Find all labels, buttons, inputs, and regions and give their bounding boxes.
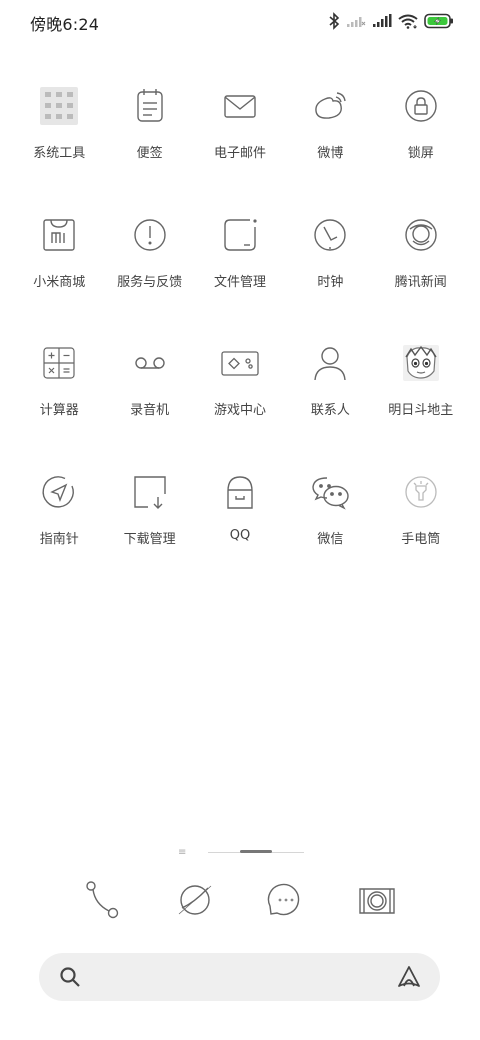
app-label: 腾讯新闻 <box>394 274 447 290</box>
dock-camera[interactable] <box>331 878 422 926</box>
signal-weak-icon <box>346 14 366 28</box>
app-game-center[interactable]: 游戏中心 <box>195 341 285 470</box>
email-icon <box>218 84 262 128</box>
app-label: QQ <box>229 527 251 543</box>
battery-charging-icon <box>424 13 454 29</box>
landlord-game-icon <box>399 341 443 385</box>
app-label: 微信 <box>317 531 344 547</box>
wifi-icon <box>398 14 418 29</box>
app-label: 计算器 <box>39 403 79 418</box>
app-wechat[interactable]: 微信 <box>285 470 375 599</box>
system-tools-folder-icon <box>37 84 81 128</box>
clock-icon <box>308 213 352 257</box>
file-manager-icon <box>218 213 262 257</box>
status-bar: 傍晚6:24 <box>0 0 480 42</box>
wechat-icon <box>308 470 352 514</box>
assistant-icon[interactable] <box>396 964 422 994</box>
weibo-icon <box>308 84 352 128</box>
app-clock[interactable]: 时钟 <box>285 213 375 342</box>
qq-icon <box>218 470 262 514</box>
app-grid: 系统工具 便签 电子邮件 微博 锁屏 小米商城 服务与反馈 文件管理 时钟 腾讯… <box>14 84 466 598</box>
app-label: 游戏中心 <box>213 403 266 418</box>
calculator-icon <box>37 341 81 385</box>
app-label: 便签 <box>136 146 163 161</box>
app-label: 录音机 <box>130 403 170 418</box>
app-compass[interactable]: 指南针 <box>14 470 104 599</box>
lock-icon <box>399 84 443 128</box>
app-label: 服务与反馈 <box>117 274 183 290</box>
feedback-icon <box>128 213 172 257</box>
app-weibo[interactable]: 微博 <box>285 84 375 213</box>
app-label: 联系人 <box>310 403 350 418</box>
app-mi-store[interactable]: 小米商城 <box>14 213 104 342</box>
signal-full-icon <box>372 14 392 28</box>
app-email[interactable]: 电子邮件 <box>195 84 285 213</box>
app-label: 小米商城 <box>33 274 86 290</box>
app-recorder[interactable]: 录音机 <box>104 341 194 470</box>
app-label: 手电筒 <box>401 531 441 547</box>
app-label: 电子邮件 <box>213 146 266 161</box>
home-screen: 傍晚6:24 系统工具 便签 电子邮件 微博 锁屏 小米商城 服务与反馈 文件管… <box>0 0 480 1040</box>
phone-icon <box>84 880 124 924</box>
app-feedback[interactable]: 服务与反馈 <box>104 213 194 342</box>
game-center-icon <box>218 341 262 385</box>
app-download-manager[interactable]: 下载管理 <box>104 470 194 599</box>
messages-icon <box>266 880 306 924</box>
contacts-icon <box>308 341 352 385</box>
search-icon <box>59 966 81 992</box>
app-label: 文件管理 <box>213 274 266 290</box>
app-label: 指南针 <box>39 531 79 547</box>
app-qq[interactable]: QQ <box>195 470 285 599</box>
app-label: 锁屏 <box>407 146 434 161</box>
app-label: 明日斗地主 <box>388 403 454 418</box>
dock-phone[interactable] <box>58 878 149 926</box>
compass-icon <box>37 470 81 514</box>
app-calculator[interactable]: 计算器 <box>14 341 104 470</box>
status-time: 傍晚6:24 <box>30 15 100 34</box>
notes-icon <box>128 84 172 128</box>
app-file-manager[interactable]: 文件管理 <box>195 213 285 342</box>
page-indicator: ≡ <box>0 846 480 860</box>
bluetooth-icon <box>328 12 340 30</box>
camera-icon <box>357 880 397 924</box>
app-row: 小米商城 服务与反馈 文件管理 时钟 腾讯新闻 <box>14 213 466 342</box>
app-notes[interactable]: 便签 <box>104 84 194 213</box>
app-label: 时钟 <box>317 274 344 290</box>
flashlight-icon <box>399 470 443 514</box>
app-row: 系统工具 便签 电子邮件 微博 锁屏 <box>14 84 466 213</box>
dock-browser[interactable] <box>149 878 240 926</box>
status-icons <box>328 10 454 32</box>
browser-icon <box>175 880 215 924</box>
app-lock-screen[interactable]: 锁屏 <box>376 84 466 213</box>
app-row: 计算器 录音机 游戏中心 联系人 明日斗地主 <box>14 341 466 470</box>
app-contacts[interactable]: 联系人 <box>285 341 375 470</box>
download-manager-icon <box>128 470 172 514</box>
app-label: 微博 <box>317 146 344 161</box>
dock <box>58 878 422 926</box>
app-landlord-game[interactable]: 明日斗地主 <box>376 341 466 470</box>
mi-store-icon <box>37 213 81 257</box>
app-system-tools[interactable]: 系统工具 <box>14 84 104 213</box>
dock-messages[interactable] <box>240 878 331 926</box>
app-flashlight[interactable]: 手电筒 <box>376 470 466 599</box>
menu-icon[interactable]: ≡ <box>178 848 186 858</box>
app-tencent-news[interactable]: 腾讯新闻 <box>376 213 466 342</box>
page-indicator-current <box>240 850 272 853</box>
app-row: 指南针 下载管理 QQ 微信 手电筒 <box>14 470 466 599</box>
app-label: 系统工具 <box>33 146 86 161</box>
tencent-news-icon <box>399 213 443 257</box>
search-bar[interactable] <box>39 953 440 1001</box>
recorder-icon <box>128 341 172 385</box>
app-label: 下载管理 <box>123 531 176 547</box>
